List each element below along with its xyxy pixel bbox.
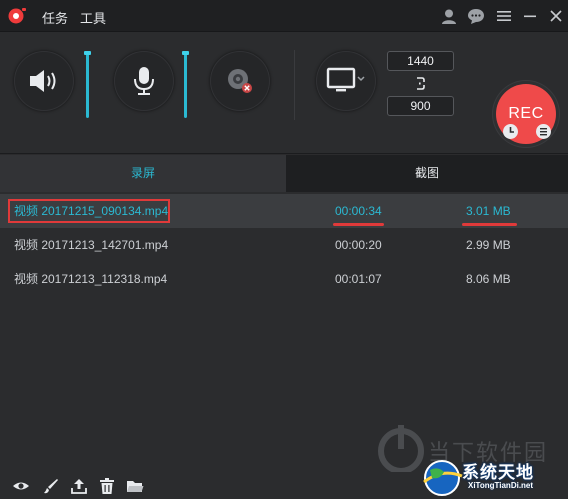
file-row[interactable]: 视频 20171213_142701.mp4 00:00:20 2.99 MB: [0, 228, 568, 262]
edit-brush-icon[interactable]: [42, 477, 60, 495]
highlight-box: [8, 199, 170, 223]
watermark-secondary: 系统天地 XiTongTianDi.net: [420, 456, 568, 499]
screen-region-button[interactable]: [316, 51, 376, 111]
system-sound-button[interactable]: [14, 51, 74, 111]
menu-task[interactable]: 任务: [42, 8, 68, 27]
file-size: 8.06 MB: [466, 272, 511, 286]
schedule-clock-icon[interactable]: [502, 123, 519, 140]
control-panel: 1440 900 REC: [0, 32, 568, 154]
file-row[interactable]: 视频 20171215_090134.mp4 00:00:34 3.01 MB: [0, 194, 568, 228]
speaker-icon: [30, 70, 56, 92]
watermark-globe-icon: [423, 460, 463, 496]
mic-volume-fill: [184, 53, 187, 118]
app-logo-icon: [7, 7, 27, 24]
tab-record[interactable]: 录屏: [0, 155, 286, 192]
microphone-icon: [134, 67, 154, 95]
menu-tools[interactable]: 工具: [80, 8, 106, 27]
speaker-volume-slider[interactable]: [84, 51, 91, 118]
upload-icon[interactable]: [70, 477, 88, 495]
mic-volume-slider[interactable]: [182, 51, 189, 118]
open-folder-icon[interactable]: [126, 477, 144, 495]
speaker-volume-handle[interactable]: [84, 51, 91, 55]
tab-screenshot[interactable]: 截图: [286, 155, 568, 192]
close-icon[interactable]: [547, 7, 565, 25]
file-row[interactable]: 视频 20171213_112318.mp4 00:01:07 8.06 MB: [0, 262, 568, 296]
height-input[interactable]: 900: [387, 96, 454, 116]
webcam-button[interactable]: [210, 51, 270, 111]
file-size: 2.99 MB: [466, 238, 511, 252]
chat-icon[interactable]: [467, 7, 485, 25]
delete-trash-icon[interactable]: [98, 477, 116, 495]
highlight-underline-duration: [333, 223, 384, 226]
microphone-button[interactable]: [114, 51, 174, 111]
monitor-icon: [326, 67, 365, 92]
file-name: 视频 20171213_112318.mp4: [14, 272, 168, 286]
user-icon[interactable]: [440, 7, 458, 25]
minimize-icon[interactable]: [521, 7, 539, 25]
watermark-secondary-text: 系统天地: [462, 463, 534, 483]
chevron-down-icon: [357, 76, 365, 82]
watermark-secondary-url: XiTongTianDi.net: [468, 481, 534, 490]
file-name: 视频 20171213_142701.mp4: [14, 238, 169, 252]
menu-list-icon[interactable]: [495, 7, 513, 25]
width-input[interactable]: 1440: [387, 51, 454, 71]
title-bar: 任务 工具: [0, 0, 568, 32]
link-ratio-icon[interactable]: [412, 75, 429, 92]
panel-divider: [294, 50, 295, 120]
watermark-logo-icon: [378, 425, 424, 474]
task-list-icon[interactable]: [535, 123, 552, 140]
file-duration: 00:01:07: [335, 272, 382, 286]
highlight-underline-size: [462, 223, 517, 226]
webcam-off-icon: [228, 69, 252, 93]
preview-eye-icon[interactable]: [12, 477, 30, 495]
mic-volume-handle[interactable]: [182, 51, 189, 55]
file-duration: 00:00:20: [335, 238, 382, 252]
speaker-volume-fill: [86, 53, 89, 118]
